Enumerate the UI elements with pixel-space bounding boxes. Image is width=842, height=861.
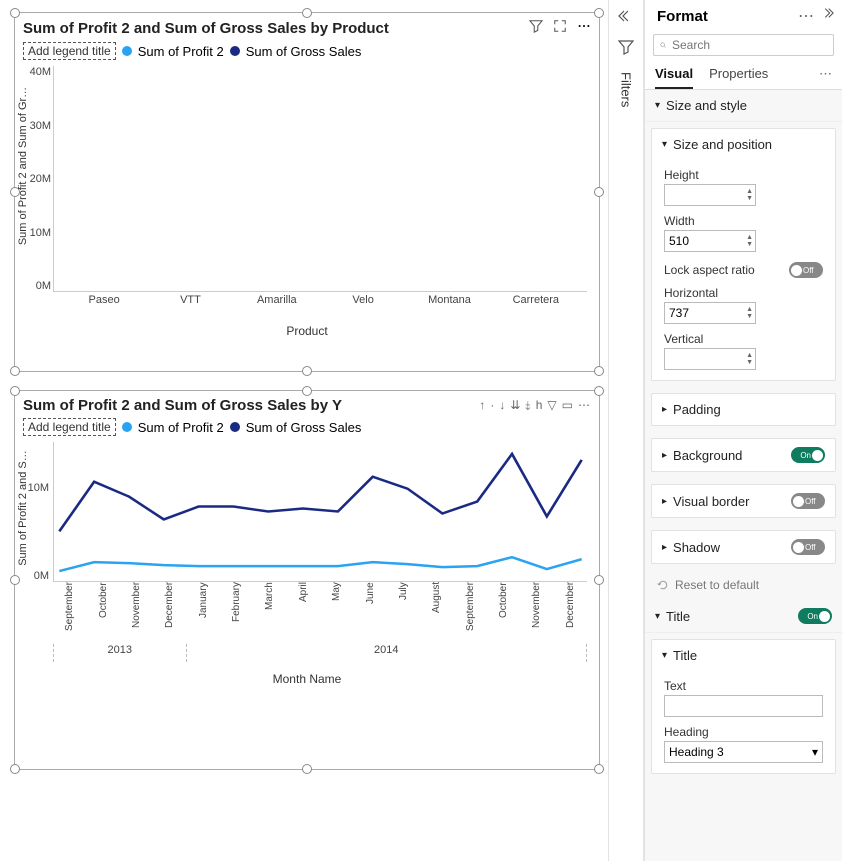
card-visual-border[interactable]: ▸Visual borderOff [652, 485, 835, 517]
collapse-icon[interactable] [618, 8, 634, 29]
input-vertical[interactable]: ▲▼ [664, 348, 756, 370]
chevron-down-icon: ▾ [655, 611, 660, 622]
filters-label[interactable]: Filters [619, 72, 634, 107]
panel-title: Format [657, 8, 708, 25]
search-input[interactable] [653, 34, 834, 56]
filters-rail[interactable]: Filters [608, 0, 644, 861]
toggle-lock-aspect[interactable]: Off [789, 262, 823, 278]
chevron-down-icon: ▾ [812, 745, 818, 759]
focus-mode-icon[interactable]: ▭ [561, 398, 574, 413]
card-size-position[interactable]: ▾ Size and position [652, 129, 835, 160]
reset-to-default-button[interactable]: Reset to default [645, 570, 842, 600]
chevron-right-icon: ▸ [662, 542, 667, 553]
label-vertical: Vertical [664, 332, 823, 346]
legend-swatch-gross [230, 46, 240, 56]
label-horizontal: Horizontal [664, 286, 823, 300]
format-panel: Format ⋯ Visual Properties ⋯ ▾ Size and … [644, 0, 842, 861]
bar-plot-region [53, 66, 587, 292]
section-title[interactable]: ▾ Title On [645, 600, 842, 633]
chevron-down-icon: ▾ [662, 139, 667, 150]
input-height[interactable]: ▲▼ [664, 184, 756, 206]
chevron-down-icon: ▾ [655, 100, 660, 111]
card-padding[interactable]: ▸Padding [652, 394, 835, 425]
section-size-style[interactable]: ▾ Size and style [645, 90, 842, 122]
filter-icon[interactable] [529, 19, 543, 38]
legend-title-input[interactable]: Add legend title [23, 42, 116, 60]
x-axis-title: Month Name [15, 670, 599, 694]
legend-label-gross: Sum of Gross Sales [246, 420, 362, 435]
expand-all-icon[interactable]: ⇊ [509, 398, 521, 413]
card-background[interactable]: ▸BackgroundOn [652, 439, 835, 471]
chart1-title: Sum of Profit 2 and Sum of Gross Sales b… [23, 20, 389, 37]
x-axis-labels: SeptemberOctoberNovemberDecemberJanuaryF… [53, 582, 587, 642]
more-options-icon[interactable]: ⋯ [577, 398, 591, 413]
input-width[interactable]: ▲▼ [664, 230, 756, 252]
label-heading: Heading [664, 725, 823, 739]
drill-up-icon[interactable]: ↑ [478, 398, 486, 413]
label-width: Width [664, 214, 823, 228]
bar-chart-visual[interactable]: Sum of Profit 2 and Sum of Gross Sales b… [14, 12, 600, 372]
search-icon [660, 39, 666, 51]
y-axis: 10M0M [17, 442, 51, 582]
reset-icon [657, 579, 669, 591]
focus-mode-icon[interactable] [553, 19, 567, 38]
input-horizontal[interactable]: ▲▼ [664, 302, 756, 324]
line-chart-visual[interactable]: Sum of Profit 2 and Sum of Gross Sales b… [14, 390, 600, 770]
legend-label-profit: Sum of Profit 2 [138, 44, 224, 59]
legend-title-input[interactable]: Add legend title [23, 418, 116, 436]
filter-icon[interactable] [618, 39, 634, 60]
more-options-icon[interactable] [577, 19, 591, 38]
toggle-visual-border[interactable]: Off [791, 493, 825, 509]
select-heading[interactable]: Heading 3▾ [664, 741, 823, 763]
hierarchy-icon[interactable]: h [535, 398, 544, 413]
visual-canvas[interactable]: Sum of Profit 2 and Sum of Gross Sales b… [0, 0, 608, 861]
more-options-icon[interactable]: ⋯ [819, 66, 832, 89]
legend-label-profit: Sum of Profit 2 [138, 420, 224, 435]
card-shadow[interactable]: ▸ShadowOff [652, 531, 835, 563]
drill-down-icon[interactable]: ↓ [498, 398, 506, 413]
chevron-right-icon: ▸ [662, 404, 667, 415]
y-axis: 40M30M20M10M0M [17, 66, 51, 292]
chart2-toolbar[interactable]: ↑ · ↓ ⇊ ⤈ h ▽ ▭ ⋯ [478, 398, 591, 413]
line-plot-region [53, 442, 587, 582]
tab-visual[interactable]: Visual [655, 66, 693, 89]
x-axis-title: Product [15, 324, 599, 344]
next-level-icon[interactable]: ⤈ [524, 398, 531, 413]
filter-icon[interactable]: ▽ [546, 398, 557, 413]
year-labels: 2013 2014 [53, 644, 587, 662]
drill-mode-icon[interactable]: · [489, 398, 495, 413]
label-lock-aspect: Lock aspect ratio [664, 263, 755, 277]
chevron-right-icon: ▸ [662, 496, 667, 507]
legend-swatch-gross [230, 422, 240, 432]
x-axis-labels: PaseoVTTAmarillaVeloMontanaCarretera [53, 294, 587, 316]
toggle-title[interactable]: On [798, 608, 832, 624]
tab-properties[interactable]: Properties [709, 66, 768, 89]
chevron-down-icon: ▾ [662, 650, 667, 661]
card-title[interactable]: ▾ Title [652, 640, 835, 671]
label-text: Text [664, 679, 823, 693]
toggle-shadow[interactable]: Off [791, 539, 825, 555]
input-title-text[interactable] [664, 695, 823, 717]
toggle-background[interactable]: On [791, 447, 825, 463]
legend-swatch-profit [122, 46, 132, 56]
legend-swatch-profit [122, 422, 132, 432]
more-options-icon[interactable]: ⋯ [798, 6, 814, 26]
label-height: Height [664, 168, 823, 182]
chevron-right-icon: ▸ [662, 450, 667, 461]
expand-pane-icon[interactable] [820, 6, 834, 26]
legend-label-gross: Sum of Gross Sales [246, 44, 362, 59]
chart2-title: Sum of Profit 2 and Sum of Gross Sales b… [23, 397, 342, 414]
